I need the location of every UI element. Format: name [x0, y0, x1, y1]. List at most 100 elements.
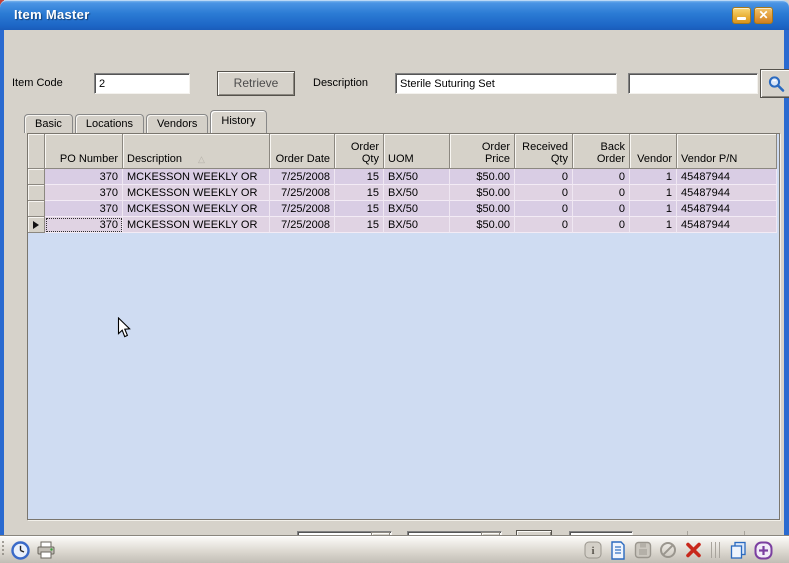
item-code-input[interactable] — [94, 73, 190, 94]
grid-cell[interactable]: 15 — [335, 169, 384, 185]
column-header-vendor-p/n[interactable]: Vendor P/N — [677, 134, 777, 169]
grid-cell[interactable]: 7/25/2008 — [270, 169, 335, 185]
column-header-order-date[interactable]: Order Date — [270, 134, 335, 169]
grid-cell[interactable]: $50.00 — [450, 201, 515, 217]
print-button[interactable] — [36, 540, 56, 560]
add-record-icon — [754, 541, 773, 560]
printer-icon — [36, 541, 56, 560]
cancel-button-disabled[interactable] — [658, 540, 678, 560]
grid-cell[interactable]: 0 — [515, 185, 573, 201]
grid-cell[interactable]: 1 — [630, 169, 677, 185]
add-record-button[interactable] — [753, 540, 773, 560]
grid-cell[interactable]: 0 — [573, 185, 630, 201]
column-header-order-price[interactable]: Order Price — [450, 134, 515, 169]
grid-cell[interactable]: 1 — [630, 217, 677, 233]
row-selector-header — [28, 134, 45, 169]
grid-cell[interactable]: 15 — [335, 185, 384, 201]
status-icons-right: i — [583, 540, 773, 560]
grid-cell[interactable]: 370 — [45, 217, 123, 233]
grid-cell[interactable]: 0 — [515, 169, 573, 185]
column-header-order-qty[interactable]: Order Qty — [335, 134, 384, 169]
grid-cell[interactable]: $50.00 — [450, 217, 515, 233]
grid-cell[interactable]: 1 — [630, 185, 677, 201]
lookup-input[interactable] — [628, 73, 758, 94]
tab-locations[interactable]: Locations — [75, 114, 144, 133]
grid-header-row: PO NumberDescription△Order DateOrder Qty… — [28, 134, 779, 169]
toolbar-grip[interactable] — [2, 541, 4, 555]
grid-cell[interactable]: 45487944 — [677, 217, 777, 233]
mouse-cursor — [117, 317, 132, 339]
row-selector[interactable] — [28, 217, 45, 233]
grid-cell[interactable]: BX/50 — [384, 217, 450, 233]
grid-cell[interactable]: 15 — [335, 201, 384, 217]
titlebar[interactable]: Item Master ✕ — [0, 0, 789, 30]
clock-button[interactable] — [10, 540, 30, 560]
table-row[interactable]: 370MCKESSON WEEKLY OR7/25/200815BX/50$50… — [28, 217, 779, 233]
copy-records-button[interactable] — [728, 540, 748, 560]
tab-vendors[interactable]: Vendors — [146, 114, 208, 133]
grid-cell[interactable]: 0 — [573, 201, 630, 217]
grid-cell[interactable]: 45487944 — [677, 201, 777, 217]
grid-cell[interactable]: 1 — [630, 201, 677, 217]
row-selector[interactable] — [28, 201, 45, 217]
clock-icon — [11, 541, 30, 560]
document-icon — [609, 541, 627, 560]
grid-cell[interactable]: 45487944 — [677, 169, 777, 185]
grid-cell[interactable]: BX/50 — [384, 185, 450, 201]
minimize-button[interactable] — [732, 7, 751, 24]
grid-cell[interactable]: $50.00 — [450, 169, 515, 185]
grid-cell[interactable]: 15 — [335, 217, 384, 233]
tab-basic[interactable]: Basic — [24, 114, 73, 133]
column-header-description[interactable]: Description△ — [123, 134, 270, 169]
toolbar-separator — [711, 542, 720, 558]
grid-cell[interactable]: BX/50 — [384, 169, 450, 185]
row-selector[interactable] — [28, 169, 45, 185]
column-header-back-order[interactable]: Back Order — [573, 134, 630, 169]
copy-icon — [729, 541, 748, 560]
svg-text:i: i — [591, 545, 594, 557]
column-header-vendor[interactable]: Vendor — [630, 134, 677, 169]
tab-history[interactable]: History — [210, 110, 266, 133]
grid-cell[interactable]: 7/25/2008 — [270, 217, 335, 233]
table-row[interactable]: 370MCKESSON WEEKLY OR7/25/200815BX/50$50… — [28, 185, 779, 201]
row-selector[interactable] — [28, 185, 45, 201]
status-bar: i — [0, 535, 789, 563]
table-row[interactable]: 370MCKESSON WEEKLY OR7/25/200815BX/50$50… — [28, 169, 779, 185]
table-row[interactable]: 370MCKESSON WEEKLY OR7/25/200815BX/50$50… — [28, 201, 779, 217]
grid-cell[interactable]: $50.00 — [450, 185, 515, 201]
grid-cell[interactable]: 7/25/2008 — [270, 201, 335, 217]
delete-x-icon — [684, 541, 703, 559]
grid-cell[interactable]: 370 — [45, 201, 123, 217]
save-button-disabled[interactable] — [633, 540, 653, 560]
column-header-uom[interactable]: UOM — [384, 134, 450, 169]
info-button[interactable]: i — [583, 540, 603, 560]
grid-cell[interactable]: 0 — [573, 217, 630, 233]
info-icon: i — [584, 541, 602, 559]
item-master-window: Item Master ✕ Item Code Retrieve Descrip… — [0, 0, 789, 563]
grid-cell[interactable]: 7/25/2008 — [270, 185, 335, 201]
grid-cell[interactable]: 0 — [515, 201, 573, 217]
grid-cell[interactable]: MCKESSON WEEKLY OR — [123, 201, 270, 217]
grid-cell[interactable]: 45487944 — [677, 185, 777, 201]
column-header-received-qty[interactable]: Received Qty — [515, 134, 573, 169]
description-input[interactable] — [395, 73, 617, 94]
minimize-icon — [737, 17, 746, 20]
item-code-label: Item Code — [12, 77, 63, 89]
close-button[interactable]: ✕ — [754, 7, 773, 24]
grid-cell[interactable]: MCKESSON WEEKLY OR — [123, 185, 270, 201]
grid-cell[interactable]: 370 — [45, 185, 123, 201]
search-button[interactable] — [760, 69, 789, 98]
grid-cell[interactable]: 370 — [45, 169, 123, 185]
grid-cell[interactable]: 0 — [573, 169, 630, 185]
grid-cell[interactable]: MCKESSON WEEKLY OR — [123, 169, 270, 185]
delete-button[interactable] — [683, 540, 703, 560]
history-grid[interactable]: PO NumberDescription△Order DateOrder Qty… — [27, 133, 780, 520]
column-header-po-number[interactable]: PO Number — [45, 134, 123, 169]
edit-document-button[interactable] — [608, 540, 628, 560]
grid-cell[interactable]: MCKESSON WEEKLY OR — [123, 217, 270, 233]
grid-cell[interactable]: BX/50 — [384, 201, 450, 217]
grid-cell[interactable]: 0 — [515, 217, 573, 233]
save-icon — [634, 541, 652, 559]
tab-strip: BasicLocationsVendorsHistory — [24, 110, 269, 133]
retrieve-button[interactable]: Retrieve — [217, 71, 295, 96]
